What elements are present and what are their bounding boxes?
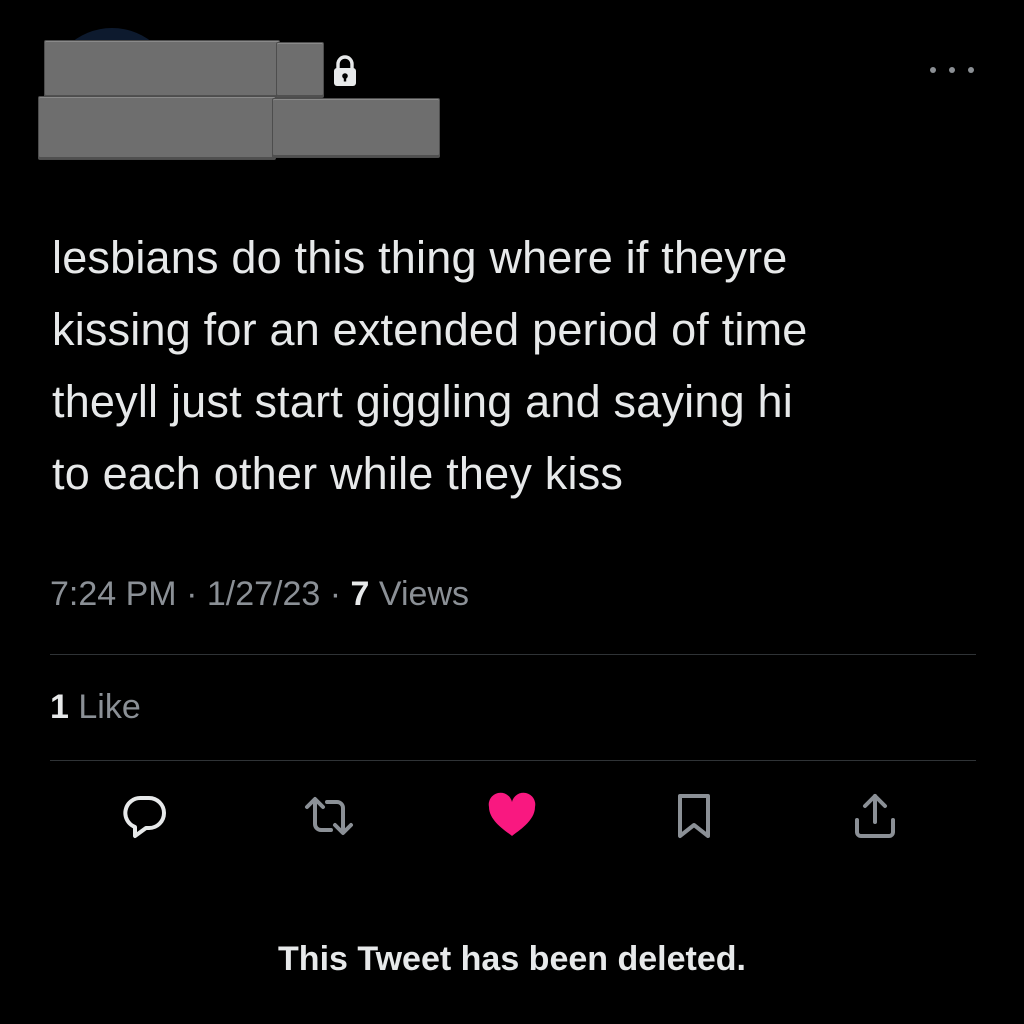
likes-count: 1 [50, 688, 69, 726]
views-count: 7 [350, 575, 370, 613]
bookmark-icon [672, 790, 716, 847]
tweet-date[interactable]: 1/27/23 [207, 575, 320, 613]
divider [50, 654, 976, 655]
lock-icon [332, 55, 358, 87]
reply-button[interactable] [117, 790, 173, 846]
like-button[interactable] [484, 790, 540, 846]
action-bar [0, 790, 1024, 850]
deleted-notice: This Tweet has been deleted. [278, 940, 746, 978]
meta-separator: · [186, 575, 198, 613]
redacted-author-handle-end [272, 98, 440, 158]
tweet-time[interactable]: 7:24 PM [50, 575, 177, 613]
heart-icon [486, 792, 538, 845]
likes-label: Like [78, 688, 141, 726]
reply-icon [119, 790, 171, 847]
more-dot [930, 67, 936, 73]
more-dot [968, 67, 974, 73]
more-dot [949, 67, 955, 73]
tweet-text: lesbians do this thing where if theyre k… [52, 232, 808, 499]
bookmark-button[interactable] [666, 790, 722, 846]
retweet-button[interactable] [301, 790, 357, 846]
divider [50, 760, 976, 761]
share-icon [851, 790, 899, 847]
redacted-author-name-end [276, 42, 324, 98]
tweet-meta: 7:24 PM · 1/27/23 · 7 Views [50, 575, 469, 614]
more-icon[interactable] [930, 58, 974, 82]
redacted-author-name [44, 40, 280, 98]
tweet-header [0, 0, 1024, 180]
redacted-author-handle [38, 96, 276, 160]
share-button[interactable] [847, 790, 903, 846]
meta-separator: · [329, 575, 342, 613]
likes-summary[interactable]: 1 Like [50, 688, 141, 727]
retweet-icon [301, 790, 357, 847]
views-label: Views [378, 575, 470, 613]
